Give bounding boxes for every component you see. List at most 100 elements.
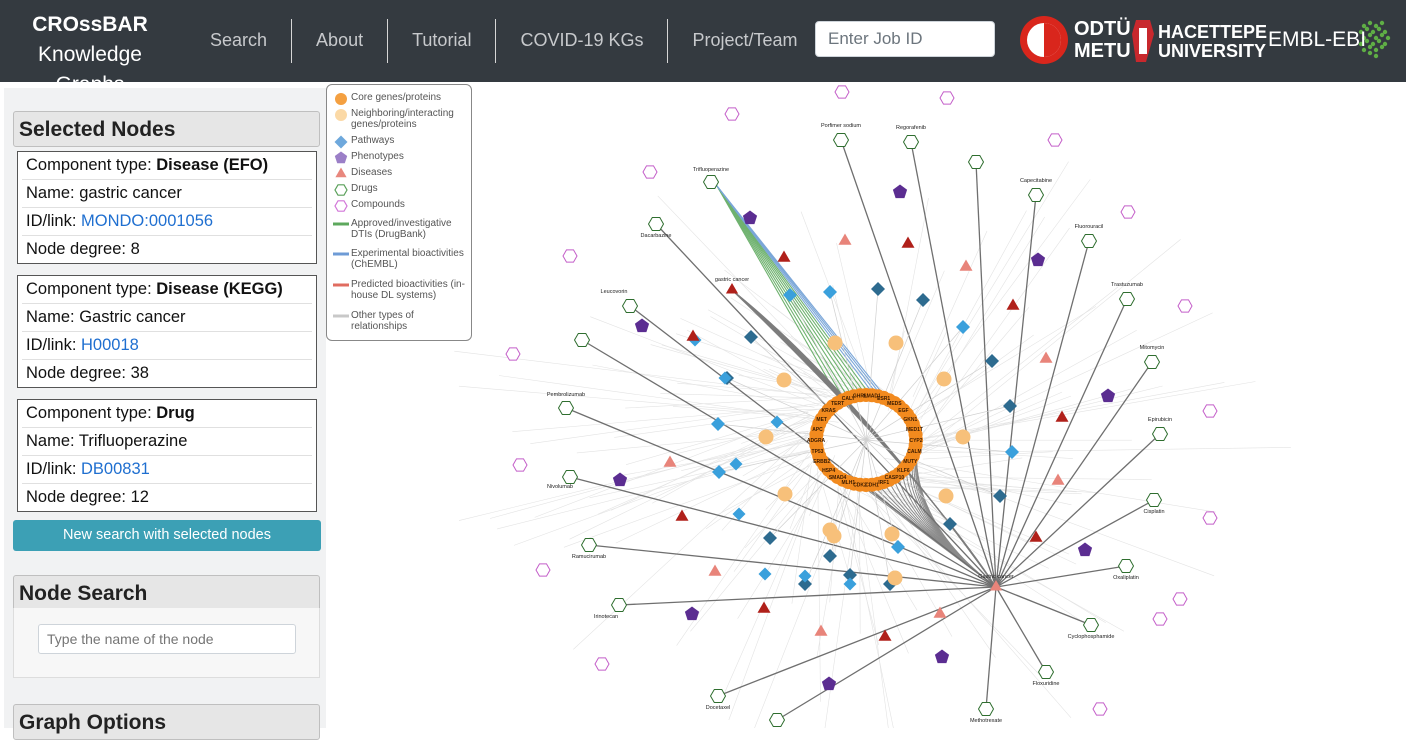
disease-node[interactable]: [901, 236, 915, 248]
compound-node[interactable]: [939, 91, 955, 105]
neighbor-gene-node[interactable]: [936, 371, 952, 387]
pathway-node[interactable]: [823, 285, 837, 299]
compound-node[interactable]: [1047, 133, 1063, 147]
drug-node[interactable]: [573, 333, 591, 347]
drug-node[interactable]: [1037, 665, 1055, 679]
pathway-node[interactable]: [744, 330, 758, 344]
compound-node[interactable]: [594, 657, 610, 671]
legend-triangle-mark[interactable]: [335, 167, 347, 178]
disease-node[interactable]: [1051, 473, 1065, 485]
neighbor-gene-node[interactable]: [887, 570, 903, 586]
compound-node[interactable]: [512, 458, 528, 472]
drug-node[interactable]: [647, 217, 665, 231]
drug-node[interactable]: [1143, 355, 1161, 369]
graph-options-title[interactable]: Graph Options: [13, 704, 320, 740]
phenotype-node[interactable]: [892, 184, 908, 199]
phenotype-node[interactable]: [821, 676, 837, 691]
drug-node[interactable]: [977, 702, 995, 716]
drug-node[interactable]: [610, 598, 628, 612]
compound-node[interactable]: [1120, 205, 1136, 219]
pathway-node[interactable]: [770, 415, 784, 429]
pathway-node[interactable]: [956, 320, 970, 334]
pathway-node[interactable]: [916, 293, 930, 307]
neighbor-gene-node[interactable]: [955, 429, 971, 445]
neighbor-gene-node[interactable]: [777, 486, 793, 502]
disease-node[interactable]: [1006, 298, 1020, 310]
pathway-node[interactable]: [891, 540, 905, 554]
kegg-link[interactable]: H00018: [81, 336, 139, 354]
compound-node[interactable]: [1152, 612, 1168, 626]
neighbor-gene-node[interactable]: [758, 429, 774, 445]
compound-node[interactable]: [505, 347, 521, 361]
nav-search[interactable]: Search: [186, 19, 293, 63]
compound-node[interactable]: [642, 165, 658, 179]
drug-node[interactable]: [902, 135, 920, 149]
legend-diamond-mark[interactable]: [334, 135, 348, 149]
nav-tutorial[interactable]: Tutorial: [388, 19, 497, 63]
neighbor-gene-node[interactable]: [938, 488, 954, 504]
nav-about[interactable]: About: [292, 19, 389, 63]
pathway-node[interactable]: [712, 465, 726, 479]
disease-node[interactable]: [663, 455, 677, 467]
pathway-node[interactable]: [1005, 445, 1019, 459]
disease-node[interactable]: [878, 629, 892, 641]
phenotype-node[interactable]: [684, 606, 700, 621]
knowledge-graph-canvas[interactable]: CYP2CALMMUTYKLF6CASP10IRF1CDH1CDK2MLH1SM…: [330, 84, 1406, 728]
drug-node[interactable]: [832, 133, 850, 147]
disease-node[interactable]: [838, 233, 852, 245]
gastric-cancer-node[interactable]: [725, 283, 739, 294]
neighbor-gene-node[interactable]: [888, 335, 904, 351]
drugbank-link[interactable]: DB00831: [81, 460, 150, 478]
disease-node[interactable]: [959, 259, 973, 271]
compound-node[interactable]: [535, 563, 551, 577]
disease-node[interactable]: [814, 624, 828, 636]
disease-node[interactable]: [675, 509, 689, 521]
drug-node[interactable]: [1082, 618, 1100, 632]
drug-node[interactable]: [702, 175, 720, 189]
compound-node[interactable]: [834, 85, 850, 99]
drug-node[interactable]: [1080, 234, 1098, 248]
phenotype-node[interactable]: [634, 318, 650, 333]
phenotype-node[interactable]: [742, 210, 758, 225]
disease-node[interactable]: [777, 250, 791, 262]
compound-node[interactable]: [562, 249, 578, 263]
nav-covid-kgs[interactable]: COVID-19 KGs: [496, 19, 669, 63]
pathway-node[interactable]: [871, 282, 885, 296]
compound-node[interactable]: [1177, 299, 1193, 313]
neighbor-gene-node[interactable]: [827, 335, 843, 351]
job-id-input[interactable]: [815, 21, 995, 57]
drug-node[interactable]: [1117, 559, 1135, 573]
drug-node[interactable]: [621, 299, 639, 313]
neighbor-gene-node[interactable]: [884, 526, 900, 542]
disease-node[interactable]: [708, 564, 722, 576]
disease-node[interactable]: [757, 601, 771, 613]
nav-project-team[interactable]: Project/Team: [668, 19, 821, 63]
drug-node[interactable]: [1145, 493, 1163, 507]
pathway-node[interactable]: [843, 577, 857, 591]
disease-node[interactable]: [1055, 410, 1069, 422]
compound-node[interactable]: [1202, 404, 1218, 418]
drug-node[interactable]: [561, 470, 579, 484]
neighbor-gene-node[interactable]: [776, 372, 792, 388]
neighbor-gene-node[interactable]: [826, 528, 842, 544]
drug-node[interactable]: [580, 538, 598, 552]
pathway-node[interactable]: [758, 567, 772, 581]
legend-circle-mark[interactable]: [335, 109, 347, 121]
drug-node[interactable]: [967, 155, 985, 169]
phenotype-node[interactable]: [934, 649, 950, 664]
legend-circle-mark[interactable]: [335, 93, 347, 105]
legend-pentagon-mark[interactable]: [334, 151, 348, 164]
compound-node[interactable]: [1172, 592, 1188, 606]
phenotype-node[interactable]: [1030, 252, 1046, 267]
compound-node[interactable]: [1092, 702, 1108, 716]
phenotype-node[interactable]: [1077, 542, 1093, 557]
phenotype-node[interactable]: [1100, 388, 1116, 403]
drug-node[interactable]: [709, 689, 727, 703]
pathway-node[interactable]: [985, 354, 999, 368]
mondo-link[interactable]: MONDO:0001056: [81, 212, 213, 230]
drug-node[interactable]: [1118, 292, 1136, 306]
drug-node[interactable]: [768, 713, 786, 727]
pathway-node[interactable]: [711, 417, 725, 431]
drug-node[interactable]: [1151, 427, 1169, 441]
compound-node[interactable]: [724, 107, 740, 121]
